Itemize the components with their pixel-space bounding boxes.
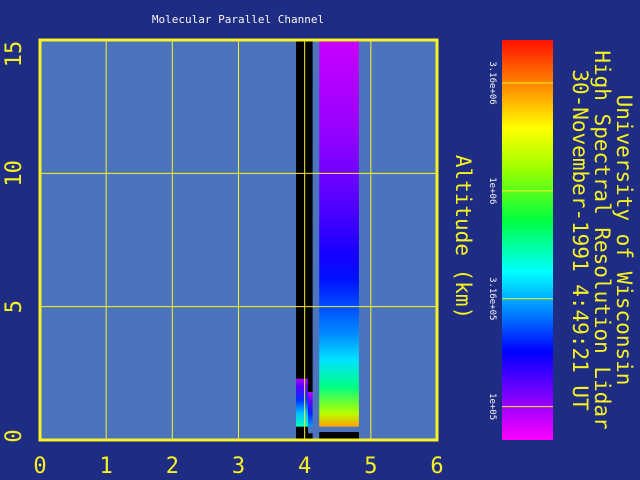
lidar-chart: 0 1 2 3 4 5 6 0 5 10 15 Molecular Parallel Channe…	[2, 13, 636, 479]
colorbar-tick-label: 3.16e+06	[487, 61, 497, 104]
header-lines: University of Wisconsin High Spectral Re…	[568, 50, 636, 429]
header-line-2: High Spectral Resolution Lidar	[590, 50, 614, 429]
x-tick-label: 4	[298, 454, 311, 479]
colorbar	[502, 40, 553, 440]
y-axis-label: Altitude (km)	[451, 155, 475, 319]
no-data-band-2	[296, 40, 308, 379]
data-segment-3	[319, 40, 359, 427]
y-tick-label: 15	[2, 41, 27, 68]
y-tick-label: 5	[2, 300, 27, 313]
x-tick-label: 5	[364, 454, 377, 479]
chart-title: Molecular Parallel Channel	[152, 13, 324, 26]
y-tick-label: 10	[2, 160, 27, 187]
y-tick-labels: 0 5 10 15	[2, 41, 27, 443]
y-tick-label: 0	[2, 429, 27, 442]
colorbar-tick-label: 3.16e+05	[487, 277, 497, 320]
x-tick-label: 0	[33, 454, 46, 479]
colorbar-tick-label: 1e+06	[487, 177, 497, 204]
colorbar-tick-label: 1e+05	[487, 393, 497, 420]
no-data-band-4	[307, 40, 313, 392]
x-tick-label: 2	[166, 454, 179, 479]
data-layer	[296, 40, 359, 440]
data-segment-2	[307, 392, 313, 427]
no-data-band-1	[296, 426, 308, 440]
x-tick-label: 1	[100, 454, 113, 479]
x-tick-label: 3	[232, 454, 245, 479]
x-tick-label: 6	[430, 454, 443, 479]
header-line-3: 30-November-1991 4:49:21 UT	[568, 69, 592, 411]
data-segment-1	[296, 378, 308, 427]
header-line-1: University of Wisconsin	[612, 95, 636, 386]
x-tick-labels: 0 1 2 3 4 5 6	[33, 454, 443, 479]
